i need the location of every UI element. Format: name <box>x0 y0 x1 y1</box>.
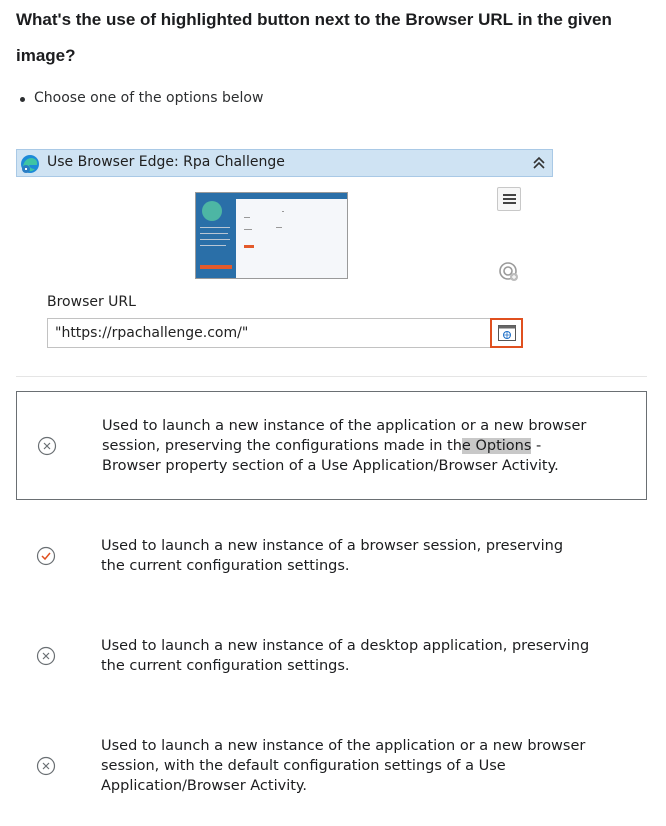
answer-option-1[interactable]: Used to launch a new instance of the app… <box>16 391 647 500</box>
divider <box>16 376 647 377</box>
check-circle-icon <box>36 546 56 566</box>
browser-globe-icon <box>498 325 516 341</box>
highlighted-text: e Options <box>461 438 532 454</box>
target-indicate-icon[interactable] <box>498 261 520 283</box>
answer-option-3[interactable]: Used to launch a new instance of a deskt… <box>16 620 647 690</box>
browser-url-input[interactable]: "https://rpachallenge.com/" <box>47 318 523 348</box>
answer-option-1-text: Used to launch a new instance of the app… <box>102 418 587 474</box>
browser-url-value: "https://rpachallenge.com/" <box>55 325 249 341</box>
activity-screenshot: Use Browser Edge: Rpa Challenge Browser … <box>16 149 553 369</box>
hamburger-menu-icon[interactable] <box>497 187 521 211</box>
answer-option-2[interactable]: Used to launch a new instance of a brows… <box>16 520 647 590</box>
answer-option-3-text: Used to launch a new instance of a deskt… <box>101 638 590 674</box>
question-title: What's the use of highlighted button nex… <box>16 10 612 65</box>
answer-option-4-text: Used to launch a new instance of the app… <box>101 738 586 794</box>
browser-url-label: Browser URL <box>47 294 136 310</box>
collapse-chevrons-icon[interactable] <box>532 156 546 170</box>
activity-title: Use Browser Edge: Rpa Challenge <box>47 154 285 170</box>
answer-option-4[interactable]: Used to launch a new instance of the app… <box>16 720 647 810</box>
answer-option-2-text: Used to launch a new instance of a brows… <box>101 538 564 574</box>
edge-browser-icon <box>21 155 39 173</box>
activity-header: Use Browser Edge: Rpa Challenge <box>16 149 553 177</box>
browser-preview-thumbnail <box>195 192 348 279</box>
x-circle-icon <box>36 756 56 776</box>
instruction-text: Choose one of the options below <box>19 90 264 106</box>
open-browser-button[interactable] <box>490 318 523 348</box>
x-circle-icon <box>37 436 57 456</box>
x-circle-icon <box>36 646 56 666</box>
